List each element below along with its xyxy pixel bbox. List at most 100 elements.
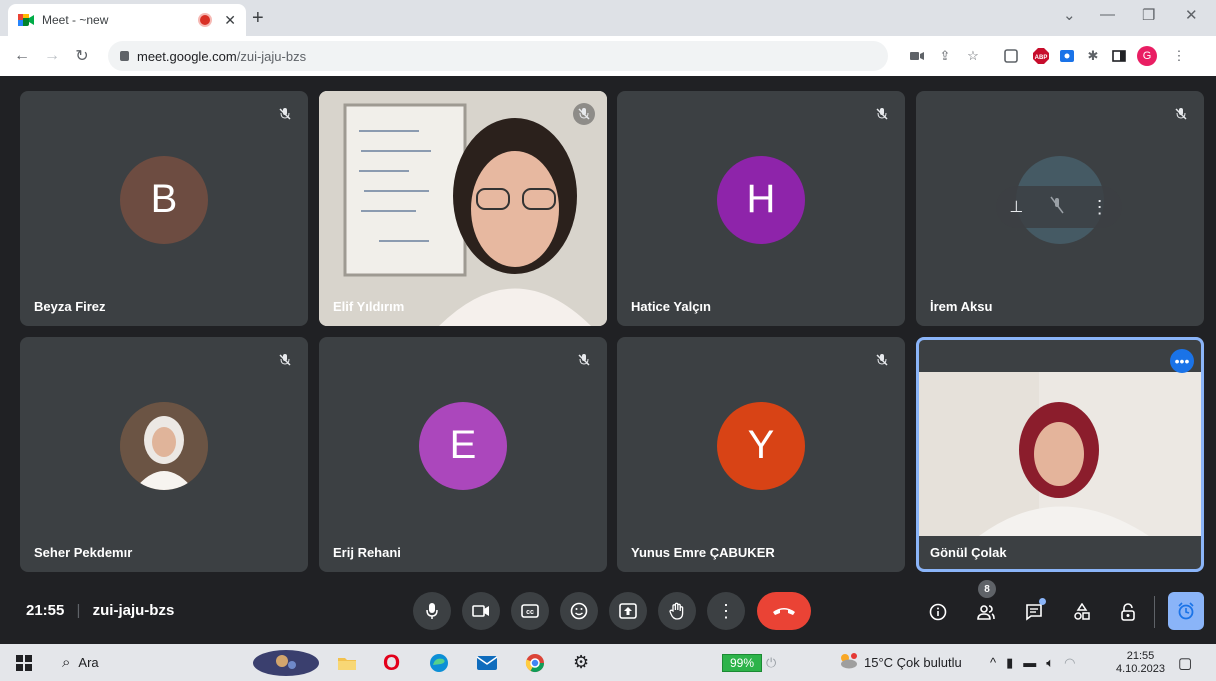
participant-tile[interactable]: Elif Yıldırım — [319, 91, 607, 326]
profile-avatar[interactable]: G — [1137, 46, 1157, 66]
activities-button[interactable] — [1064, 594, 1100, 630]
battery-indicator: 99% ⏻ — [722, 644, 776, 681]
address-bar[interactable]: meet.google.com/zui-jaju-bzs — [108, 41, 888, 71]
mute-participant-icon[interactable] — [1050, 196, 1064, 219]
search-icon: ⌕ — [62, 654, 71, 671]
info-icon — [929, 603, 947, 621]
adblock-plus-icon[interactable]: ABP — [1032, 47, 1050, 65]
participant-video — [319, 91, 607, 326]
tab-search-chevron-icon[interactable]: ⌄ — [1063, 6, 1076, 24]
bookmark-star-icon[interactable]: ☆ — [964, 47, 982, 65]
settings-gear-icon[interactable]: ⚙ — [573, 644, 589, 681]
muted-mic-icon — [871, 349, 893, 371]
divider — [1154, 596, 1155, 628]
muted-mic-icon — [274, 349, 296, 371]
participant-name: İrem Aksu — [930, 299, 993, 314]
wifi-icon[interactable]: ◠ — [1064, 655, 1075, 671]
volume-icon[interactable]: 🔈︎ — [1046, 655, 1054, 671]
timer-extension-button[interactable] — [1168, 592, 1204, 630]
chat-icon — [1026, 604, 1042, 621]
mail-icon[interactable] — [476, 644, 498, 681]
people-icon — [977, 605, 995, 620]
notification-center-icon[interactable]: ▢ — [1178, 644, 1192, 681]
host-controls-button[interactable] — [1110, 594, 1146, 630]
battery-percent: 99% — [722, 653, 763, 672]
participant-name: Seher Pekdemır — [34, 545, 133, 560]
display-tray-icon[interactable]: ▬ — [1023, 655, 1036, 670]
taskbar-search[interactable]: ⌕ Ara — [62, 644, 99, 681]
side-panel-icon[interactable] — [1110, 47, 1128, 65]
end-call-icon — [773, 608, 795, 615]
restore-icon[interactable]: ❐ — [1142, 6, 1155, 24]
meeting-stage: B Beyza Firez Elif Yıldırım H Hatice Yal… — [0, 76, 1216, 644]
avatar: H — [717, 155, 805, 244]
share-icon[interactable]: ⇪ — [936, 47, 954, 65]
file-explorer-icon[interactable] — [337, 644, 357, 681]
more-vert-icon: ⋮ — [717, 600, 735, 621]
leave-call-button[interactable] — [757, 592, 811, 630]
forward-icon[interactable]: → — [44, 47, 60, 65]
opera-icon[interactable]: O — [383, 644, 400, 681]
search-highlight-image[interactable] — [252, 644, 320, 681]
abp-label: ABP — [1035, 55, 1048, 61]
muted-mic-icon — [274, 103, 296, 125]
browser-tab-title: Meet - ~new — [42, 13, 109, 27]
taskbar-clock[interactable]: 21:55 4.10.2023 — [1116, 644, 1165, 681]
more-options-icon[interactable]: ⋮ — [1091, 197, 1109, 218]
clock-time: 21:55 — [1126, 649, 1155, 662]
new-tab-icon[interactable]: + — [252, 7, 264, 30]
weather-widget[interactable]: 15°C Çok bulutlu — [838, 644, 962, 681]
system-tray: ^ ▮ ▬ 🔈︎ ◠ — [990, 644, 1075, 681]
self-tile-more-icon[interactable]: ••• — [1170, 349, 1194, 373]
reactions-button[interactable] — [560, 592, 598, 630]
captions-button[interactable]: cc — [511, 592, 549, 630]
raise-hand-button[interactable] — [658, 592, 696, 630]
chat-button[interactable] — [1016, 594, 1052, 630]
participant-name: Beyza Firez — [34, 299, 106, 314]
edge-icon[interactable] — [429, 644, 449, 681]
present-screen-button[interactable] — [609, 592, 647, 630]
meeting-details: 21:55 | zui-jaju-bzs — [26, 602, 174, 619]
browser-tab-strip: Meet - ~new ✕ + ⌄ — ❐ ✕ — [0, 0, 1216, 36]
svg-text:cc: cc — [526, 609, 534, 616]
meeting-details-button[interactable] — [920, 594, 956, 630]
power-plug-icon: ⏻ — [766, 654, 777, 670]
reload-icon[interactable]: ↻ — [74, 46, 90, 66]
more-options-button[interactable]: ⋮ — [707, 592, 745, 630]
minimize-icon[interactable]: — — [1100, 6, 1115, 23]
start-button[interactable] — [16, 644, 32, 681]
chrome-icon[interactable] — [525, 644, 545, 681]
raise-hand-icon — [669, 602, 684, 620]
participant-tile[interactable]: E Erij Rehani — [319, 337, 607, 572]
cast-extension-icon[interactable] — [1058, 47, 1076, 65]
back-icon[interactable]: ← — [14, 47, 30, 65]
activities-shapes-icon — [1074, 603, 1090, 620]
extension-screenshot-icon[interactable] — [1002, 47, 1020, 65]
tab-close-icon[interactable]: ✕ — [224, 12, 236, 29]
browser-tab-meet[interactable]: Meet - ~new ✕ — [8, 4, 246, 36]
extensions-puzzle-icon[interactable]: ✱ — [1084, 47, 1102, 65]
browser-menu-icon[interactable]: ⋮ — [1170, 47, 1188, 65]
tray-chevron-icon[interactable]: ^ — [990, 655, 996, 670]
people-button[interactable]: 8 — [968, 580, 1004, 630]
participant-name: Yunus Emre ÇABUKER — [631, 545, 775, 560]
pin-icon[interactable]: ⊥ — [1009, 197, 1023, 217]
host-lock-icon — [1121, 603, 1135, 621]
participant-tile[interactable]: H Hatice Yalçın — [617, 91, 905, 326]
participant-tile[interactable]: B Beyza Firez — [20, 91, 308, 326]
participant-tile[interactable]: ⊥ ⋮ İrem Aksu — [916, 91, 1204, 326]
participant-name: Erij Rehani — [333, 545, 401, 560]
emoji-icon — [570, 602, 588, 620]
url-path: /zui-jaju-bzs — [236, 48, 307, 64]
closed-captions-icon: cc — [521, 604, 539, 618]
camera-button[interactable] — [462, 592, 500, 630]
self-view-tile[interactable]: ••• Gönül Çolak — [916, 337, 1204, 572]
window-close-icon[interactable]: ✕ — [1185, 6, 1198, 24]
windows-logo-icon — [16, 654, 32, 671]
camera-permission-icon[interactable] — [908, 47, 926, 65]
participant-tile[interactable]: Seher Pekdemır — [20, 337, 308, 572]
weather-cloud-icon — [838, 653, 858, 672]
microphone-button[interactable] — [413, 592, 451, 630]
microphone-tray-icon[interactable]: ▮ — [1006, 655, 1013, 671]
participant-tile[interactable]: Y Yunus Emre ÇABUKER — [617, 337, 905, 572]
